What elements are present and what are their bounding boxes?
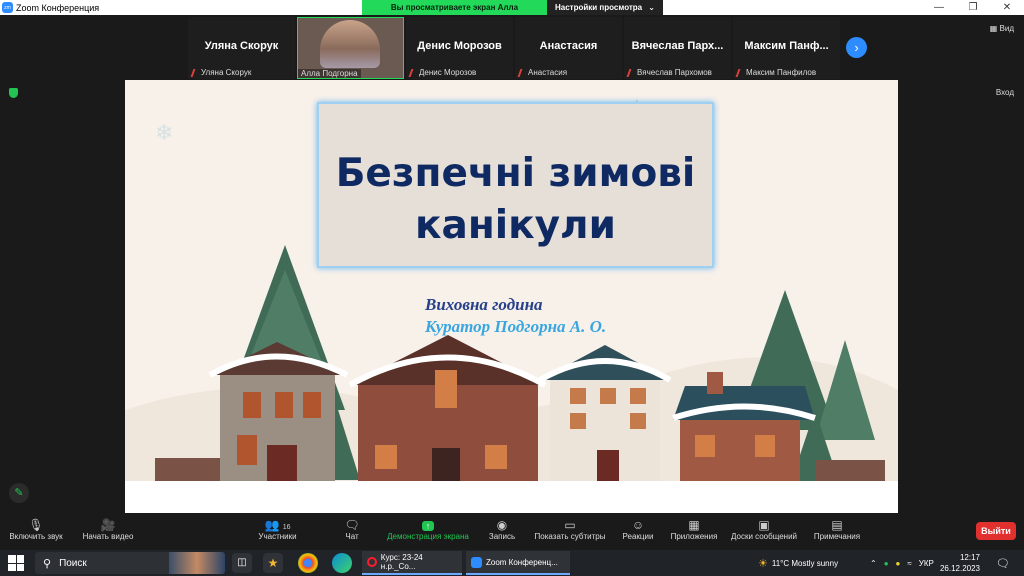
participant-display-name: Вячеслав Парх...: [631, 40, 724, 52]
participant-display-name: Анастасия: [539, 40, 598, 52]
slide-subtitle-1: Виховна година: [425, 295, 543, 314]
mic-muted-icon: [517, 68, 527, 77]
leave-meeting-button[interactable]: Выйти: [976, 522, 1016, 540]
view-options-button[interactable]: Настройки просмотра ⌄: [547, 0, 663, 15]
task-view-icon[interactable]: ◫: [232, 553, 252, 573]
snow-ground: [125, 481, 898, 513]
participants-count: 16: [282, 524, 291, 531]
grid-icon: ▦: [989, 24, 998, 33]
start-video-button[interactable]: 🎥 Начать видео: [78, 518, 138, 541]
camera-off-icon: 🎥: [100, 518, 116, 532]
security-tray-icon[interactable]: ●: [884, 559, 889, 568]
zoom-icon: [471, 556, 482, 568]
shared-screen-slide: ❄ ❄ ❄ Безпечні зимові канікули Виховна г…: [125, 80, 898, 513]
weather-widget[interactable]: ☀ 11°C Mostly sunny: [758, 550, 838, 576]
slide-title-line2: канікули: [415, 203, 616, 248]
lang-indicator[interactable]: УКР: [919, 559, 934, 568]
chrome-icon[interactable]: [298, 553, 318, 573]
task-opera[interactable]: Курс: 23-24 н.р._Со...: [362, 551, 462, 575]
reactions-icon: ☺: [631, 518, 645, 532]
notes-icon: ▤: [831, 518, 843, 532]
windows-start-icon[interactable]: [8, 555, 24, 571]
edge-icon[interactable]: [332, 553, 352, 573]
participant-strip: Уляна Скорук Уляна Скорук Алла Подгорна …: [188, 17, 840, 79]
exit-fullscreen-button[interactable]: Вход: [996, 88, 1014, 97]
captions-icon: ▭: [564, 518, 576, 532]
participants-icon: 👥 16: [264, 518, 291, 532]
participant-tile-video[interactable]: Алла Подгорна: [297, 17, 404, 79]
opera-icon: [367, 557, 377, 567]
mic-muted-icon: [735, 68, 745, 77]
app-tray-icon[interactable]: ●: [896, 559, 901, 568]
participant-tile[interactable]: Денис Морозов Денис Морозов: [406, 17, 513, 79]
record-icon: ◉: [496, 518, 508, 532]
chat-app-icon[interactable]: ★: [263, 553, 283, 573]
view-button[interactable]: ▦ Вид: [990, 24, 1014, 33]
participant-name: Алла Подгорна: [301, 69, 358, 78]
zoom-logo-icon: zm: [2, 2, 13, 13]
security-shield-icon[interactable]: [9, 88, 18, 98]
system-tray: ⌃ ● ● ≈ УКР: [870, 550, 934, 576]
participant-name: Уляна Скорук: [201, 68, 252, 77]
sun-icon: ☀: [758, 557, 768, 570]
annotate-pencil-icon[interactable]: ✎: [9, 483, 29, 503]
participant-tile[interactable]: Максим Панф... Максим Панфилов: [733, 17, 840, 79]
slide-title-line1: Безпечні зимові: [335, 151, 696, 196]
participant-display-name: Максим Панф...: [744, 40, 829, 52]
participant-tile[interactable]: Анастасия Анастасия: [515, 17, 622, 79]
window-title: Zoom Конференция: [16, 2, 100, 13]
mic-muted-icon: [190, 68, 200, 77]
mic-muted-icon: [626, 68, 636, 77]
close-icon[interactable]: ✕: [990, 0, 1024, 15]
minimize-icon[interactable]: —: [922, 0, 956, 15]
taskbar-search[interactable]: ⚲ Поиск: [35, 552, 225, 574]
participant-display-name: Денис Морозов: [417, 40, 502, 52]
participant-name: Вячеслав Пархомов: [637, 68, 712, 77]
chat-button[interactable]: 🗨 Чат: [340, 518, 364, 541]
whiteboard-icon: ▣: [758, 518, 770, 532]
next-page-arrow-icon[interactable]: ›: [846, 37, 867, 58]
mic-muted-icon: 🎙: [28, 518, 44, 532]
participant-name: Максим Панфилов: [746, 68, 817, 77]
windows-taskbar: ⚲ Поиск ◫ ★ Курс: 23-24 н.р._Со... Zoom …: [0, 550, 1024, 576]
slide-subtitle-2: Куратор Подгорна А. О.: [425, 317, 607, 336]
slide-title-box: Безпечні зимові канікули: [317, 102, 714, 268]
record-button[interactable]: ◉ Запись: [485, 518, 519, 541]
restore-icon[interactable]: ❐: [956, 0, 990, 15]
participant-tile[interactable]: Уляна Скорук Уляна Скорук: [188, 17, 295, 79]
participant-tile[interactable]: Вячеслав Парх... Вячеслав Пархомов: [624, 17, 731, 79]
apps-button[interactable]: ▦ Приложения: [668, 518, 720, 541]
share-status-label: Вы просматриваете экран Алла Подгорна: [362, 0, 547, 27]
window-controls: — ❐ ✕: [922, 0, 1024, 15]
share-screen-button[interactable]: ↑ Демонстрация экрана: [383, 518, 473, 541]
screen-share-banner: Вы просматриваете экран Алла Подгорна На…: [362, 0, 663, 27]
participants-button[interactable]: 👥 16 Участники: [250, 518, 305, 541]
share-screen-icon: ↑: [383, 518, 473, 532]
participant-name: Денис Морозов: [419, 68, 477, 77]
whiteboards-button[interactable]: ▣ Доски сообщений: [728, 518, 800, 541]
apps-icon: ▦: [688, 518, 700, 532]
taskbar-clock[interactable]: 12:17 26.12.2023: [940, 552, 980, 574]
task-zoom[interactable]: Zoom Конференц...: [466, 551, 570, 575]
participant-display-name: Уляна Скорук: [204, 40, 279, 52]
participant-video: [320, 20, 380, 68]
svg-text:❄: ❄: [155, 121, 173, 146]
chat-icon: 🗨: [344, 518, 360, 532]
search-highlight-image: [169, 552, 225, 574]
participant-name: Анастасия: [528, 68, 568, 77]
show-hidden-icon[interactable]: ⌃: [870, 559, 877, 568]
reactions-button[interactable]: ☺ Реакции: [620, 518, 656, 541]
notifications-icon[interactable]: 🗨: [996, 550, 1010, 576]
wifi-icon[interactable]: ≈: [907, 559, 911, 568]
meeting-toolbar: 🎙 Включить звук 🎥 Начать видео 👥 16 Учас…: [0, 514, 1024, 550]
captions-button[interactable]: ▭ Показать субтитры: [532, 518, 608, 541]
notes-button[interactable]: ▤ Примечания: [810, 518, 864, 541]
chevron-down-icon: ⌄: [648, 3, 655, 12]
search-icon: ⚲: [43, 557, 52, 570]
unmute-button[interactable]: 🎙 Включить звук: [6, 518, 66, 541]
mic-muted-icon: [408, 68, 418, 77]
